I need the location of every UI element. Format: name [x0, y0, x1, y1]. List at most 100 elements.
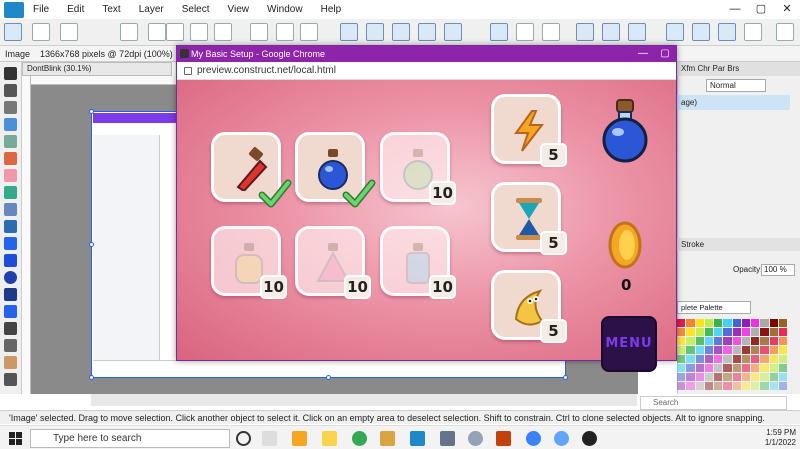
- color-swatch[interactable]: [723, 355, 732, 363]
- system-tray[interactable]: 1:59 PM 1/1/2022: [765, 428, 796, 448]
- hand-tool-icon[interactable]: [4, 356, 17, 369]
- color-swatch[interactable]: [686, 382, 695, 390]
- group-icon[interactable]: [602, 23, 620, 41]
- crop-tool-icon[interactable]: [4, 220, 17, 233]
- color-swatch[interactable]: [714, 364, 723, 372]
- color-swatch[interactable]: [686, 328, 695, 336]
- document-tab[interactable]: DontBlink (30.1%): [22, 62, 172, 76]
- potion-slot-blue[interactable]: [295, 132, 376, 208]
- color-swatch[interactable]: [732, 364, 741, 372]
- color-swatch[interactable]: [686, 337, 695, 345]
- chrome-icon[interactable]: [352, 431, 367, 446]
- view-mode-icon[interactable]: [744, 23, 762, 41]
- color-swatch[interactable]: [686, 319, 695, 327]
- align-icon[interactable]: [250, 23, 268, 41]
- color-swatch[interactable]: [760, 364, 769, 372]
- color-swatch[interactable]: [695, 364, 704, 372]
- powerup-slot-lightning[interactable]: 5: [491, 94, 567, 167]
- studio-tabs[interactable]: Xfm Chr Par Brs: [677, 62, 800, 76]
- text-tool-icon[interactable]: [4, 322, 17, 335]
- color-swatch[interactable]: [769, 319, 778, 327]
- app-icon[interactable]: [380, 431, 395, 446]
- color-swatch[interactable]: [677, 328, 686, 336]
- blend-mode-select[interactable]: Normal: [706, 79, 766, 92]
- color-swatch[interactable]: [704, 355, 713, 363]
- color-swatch[interactable]: [704, 346, 713, 354]
- powerup-slot-hourglass[interactable]: 5: [491, 182, 567, 255]
- transparency-tool-icon[interactable]: [4, 203, 17, 216]
- export-icon[interactable]: [692, 23, 710, 41]
- color-swatch[interactable]: [741, 337, 750, 345]
- color-swatch[interactable]: [741, 373, 750, 381]
- color-swatch[interactable]: [695, 373, 704, 381]
- color-swatch[interactable]: [751, 364, 760, 372]
- frame-icon[interactable]: [166, 23, 184, 41]
- maximize-button[interactable]: ▢: [748, 0, 774, 19]
- color-swatch[interactable]: [778, 373, 787, 381]
- color-swatch[interactable]: [695, 337, 704, 345]
- layout-icon[interactable]: [666, 23, 684, 41]
- distribute-icon[interactable]: [276, 23, 294, 41]
- color-swatch[interactable]: [732, 319, 741, 327]
- corner-tool-icon[interactable]: [4, 101, 17, 114]
- color-swatch[interactable]: [686, 364, 695, 372]
- color-swatch[interactable]: [686, 346, 695, 354]
- popup-maximize-button[interactable]: ▢: [654, 46, 676, 62]
- grid-icon[interactable]: [190, 23, 208, 41]
- color-swatch[interactable]: [677, 355, 686, 363]
- menu-select[interactable]: Select: [173, 0, 219, 19]
- color-swatch[interactable]: [760, 346, 769, 354]
- move-tool-icon[interactable]: [32, 23, 50, 41]
- color-swatch[interactable]: [769, 364, 778, 372]
- color-swatch[interactable]: [686, 355, 695, 363]
- color-swatch[interactable]: [751, 355, 760, 363]
- app-icon[interactable]: [526, 431, 541, 446]
- color-swatch[interactable]: [695, 328, 704, 336]
- resize-handle[interactable]: [89, 109, 94, 114]
- resize-handle[interactable]: [89, 242, 94, 247]
- color-swatch[interactable]: [741, 364, 750, 372]
- pen-tool-icon[interactable]: [4, 118, 17, 131]
- color-swatch[interactable]: [732, 382, 741, 390]
- pointer-tool-icon[interactable]: [4, 67, 17, 80]
- color-swatch[interactable]: [686, 373, 695, 381]
- menu-file[interactable]: File: [24, 0, 58, 19]
- rectangle-tool-icon[interactable]: [4, 254, 17, 267]
- eyedropper-tool-icon[interactable]: [4, 339, 17, 352]
- flip-icon[interactable]: [366, 23, 384, 41]
- color-swatch[interactable]: [760, 355, 769, 363]
- zoom-tool-icon[interactable]: [4, 373, 17, 386]
- color-swatch[interactable]: [751, 373, 760, 381]
- resize-handle[interactable]: [563, 375, 568, 380]
- horizontal-scrollbar[interactable]: [91, 394, 637, 406]
- color-swatch[interactable]: [714, 319, 723, 327]
- app-icon[interactable]: [440, 431, 455, 446]
- potion-slot-yellow[interactable]: 10: [211, 226, 287, 299]
- crop-icon[interactable]: [214, 23, 232, 41]
- task-view-icon[interactable]: [262, 431, 277, 446]
- boolean-icon[interactable]: [576, 23, 594, 41]
- color-swatch[interactable]: [778, 328, 787, 336]
- color-swatch[interactable]: [778, 364, 787, 372]
- color-swatch[interactable]: [714, 346, 723, 354]
- color-swatch[interactable]: [723, 382, 732, 390]
- align-left-icon[interactable]: [418, 23, 436, 41]
- app-icon[interactable]: [554, 431, 569, 446]
- link-icon[interactable]: [490, 23, 508, 41]
- game-menu-button[interactable]: MENU: [601, 316, 657, 372]
- resize-handle[interactable]: [89, 375, 94, 380]
- cortana-icon[interactable]: [236, 431, 251, 446]
- color-swatch[interactable]: [769, 373, 778, 381]
- color-swatch[interactable]: [741, 382, 750, 390]
- color-swatch[interactable]: [704, 373, 713, 381]
- color-swatch[interactable]: [704, 364, 713, 372]
- settings-icon[interactable]: [542, 23, 560, 41]
- node-tool-icon[interactable]: [4, 84, 17, 97]
- color-swatch[interactable]: [714, 328, 723, 336]
- ungroup-icon[interactable]: [628, 23, 646, 41]
- filezilla-icon[interactable]: [496, 431, 511, 446]
- potion-slot-red[interactable]: [211, 132, 292, 208]
- color-swatch[interactable]: [778, 355, 787, 363]
- color-swatch[interactable]: [732, 373, 741, 381]
- color-swatch[interactable]: [741, 355, 750, 363]
